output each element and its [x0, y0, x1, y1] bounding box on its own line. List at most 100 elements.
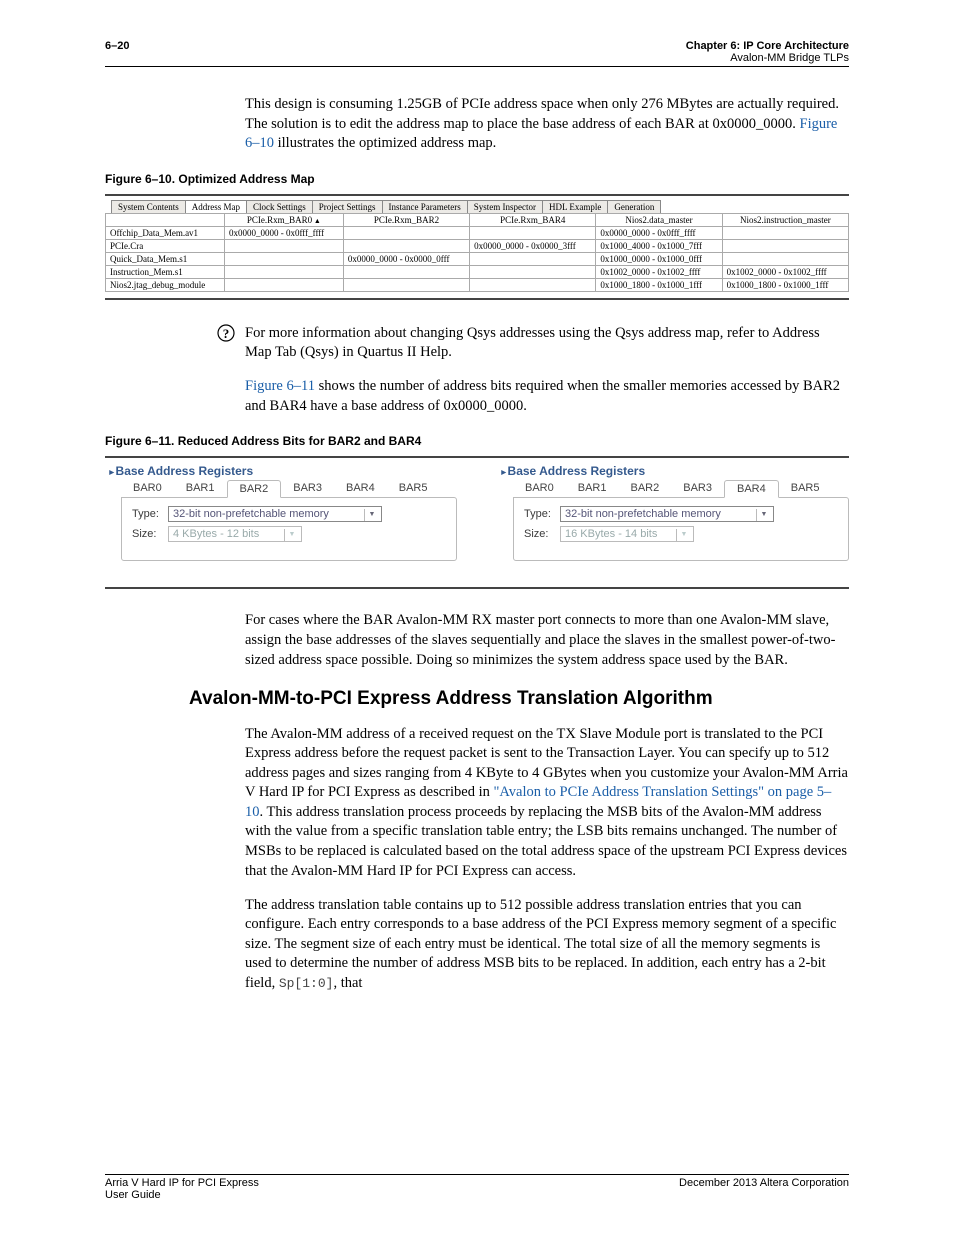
qsys-tab[interactable]: System Contents: [111, 200, 186, 213]
addr-map-cell[interactable]: [722, 226, 848, 239]
bar-tab[interactable]: BAR2: [619, 480, 672, 498]
footer-date-corp: December 2013 Altera Corporation: [679, 1177, 849, 1201]
size-combo[interactable]: 16 KBytes - 14 bits▼: [560, 526, 694, 542]
qsys-tabs: System ContentsAddress MapClock Settings…: [111, 200, 849, 213]
addr-map-column-header[interactable]: [106, 213, 225, 226]
addr-map-cell[interactable]: 0x0000_0000 - 0x0000_3fff: [470, 239, 596, 252]
bar-tab[interactable]: BAR5: [387, 480, 440, 498]
bar-tab[interactable]: BAR0: [513, 480, 566, 498]
intro-text: This design is consuming 1.25GB of PCIe …: [245, 96, 839, 132]
bar-tab[interactable]: BAR1: [174, 480, 227, 498]
addr-map-row-label: Offchip_Data_Mem.av1: [106, 226, 225, 239]
section-heading: Avalon-MM-to-PCI Express Address Transla…: [189, 688, 849, 710]
svg-text:?: ?: [223, 326, 230, 341]
size-label: Size:: [132, 528, 168, 540]
addr-map-row: PCIe.Cra 0x0000_0000 - 0x0000_3fff0x1000_…: [106, 239, 849, 252]
addr-map-cell[interactable]: [470, 278, 596, 291]
bar-tab[interactable]: BAR5: [779, 480, 832, 498]
addr-map-cell[interactable]: [224, 252, 343, 265]
info-icon: ?: [217, 324, 235, 342]
qsys-tab[interactable]: Project Settings: [312, 200, 383, 213]
chevron-down-icon: ▼: [364, 509, 379, 521]
addr-map-row: Quick_Data_Mem.s1 0x0000_0000 - 0x0000_0f…: [106, 252, 849, 265]
intro-text-post: illustrates the optimized address map.: [274, 135, 496, 151]
addr-map-cell[interactable]: 0x1000_4000 - 0x1000_7fff: [596, 239, 722, 252]
addr-map-cell[interactable]: [343, 265, 469, 278]
optimized-address-map-figure: System ContentsAddress MapClock Settings…: [105, 194, 849, 300]
bar-tabs-right: BAR0BAR1BAR2BAR3BAR4BAR5: [513, 480, 849, 498]
bar-tab[interactable]: BAR3: [671, 480, 724, 498]
type-combo[interactable]: 32-bit non-prefetchable memory▼: [560, 506, 774, 522]
addr-map-cell[interactable]: [343, 239, 469, 252]
addr-map-cell[interactable]: 0x1002_0000 - 0x1002_ffff: [722, 265, 848, 278]
type-label: Type:: [132, 508, 168, 520]
bar-panels-figure: Base Address Registers BAR0BAR1BAR2BAR3B…: [105, 456, 849, 589]
addr-map-column-header[interactable]: PCIe.Rxm_BAR0: [224, 213, 343, 226]
addr-map-cell[interactable]: [722, 239, 848, 252]
addr-map-column-header[interactable]: PCIe.Rxm_BAR4: [470, 213, 596, 226]
footer-doc-title: Arria V Hard IP for PCI Express: [105, 1177, 259, 1189]
addr-map-cell[interactable]: [470, 252, 596, 265]
addr-map-row: Instruction_Mem.s1 0x1002_0000 - 0x1002_f…: [106, 265, 849, 278]
qsys-tab[interactable]: Address Map: [185, 200, 247, 213]
addr-map-cell[interactable]: [224, 265, 343, 278]
addr-map-column-header[interactable]: Nios2.data_master: [596, 213, 722, 226]
bar-panel-right: Base Address Registers BAR0BAR1BAR2BAR3B…: [497, 464, 849, 561]
addr-map-cell[interactable]: 0x1000_1800 - 0x1000_1fff: [596, 278, 722, 291]
addr-map-column-header[interactable]: Nios2.instruction_master: [722, 213, 848, 226]
addr-map-cell[interactable]: [722, 252, 848, 265]
addr-map-cell[interactable]: 0x1000_0000 - 0x1000_0fff: [596, 252, 722, 265]
addr-map-column-header[interactable]: PCIe.Rxm_BAR2: [343, 213, 469, 226]
addr-map-cell[interactable]: 0x0000_0000 - 0x0fff_ffff: [596, 226, 722, 239]
type-combo[interactable]: 32-bit non-prefetchable memory▼: [168, 506, 382, 522]
bar-tab[interactable]: BAR3: [281, 480, 334, 498]
addr-map-cell[interactable]: 0x0000_0000 - 0x0000_0fff: [343, 252, 469, 265]
addr-map-row-label: Quick_Data_Mem.s1: [106, 252, 225, 265]
addr-map-cell[interactable]: [224, 239, 343, 252]
addr-map-cell[interactable]: [343, 226, 469, 239]
addr-map-cell[interactable]: 0x0000_0000 - 0x0fff_ffff: [224, 226, 343, 239]
figure-6-11-caption: Figure 6–11. Reduced Address Bits for BA…: [105, 434, 849, 448]
footer-doc-subtitle: User Guide: [105, 1189, 259, 1201]
bar-tab[interactable]: BAR2: [227, 480, 282, 498]
addr-map-cell[interactable]: 0x1000_1800 - 0x1000_1fff: [722, 278, 848, 291]
figure-6-11-link[interactable]: Figure 6–11: [245, 378, 315, 394]
addr-map-cell[interactable]: [470, 226, 596, 239]
qsys-tab[interactable]: HDL Example: [542, 200, 608, 213]
bar-tab[interactable]: BAR4: [724, 480, 779, 498]
chevron-down-icon: ▼: [676, 529, 691, 541]
qsys-tab[interactable]: Clock Settings: [246, 200, 313, 213]
figure-6-11-intro: Figure 6–11 shows the number of address …: [245, 377, 849, 416]
page-number: 6–20: [105, 40, 129, 64]
page-footer: Arria V Hard IP for PCI Express User Gui…: [105, 1174, 849, 1201]
figure-6-10-caption: Figure 6–10. Optimized Address Map: [105, 172, 849, 186]
info-text: For more information about changing Qsys…: [245, 324, 849, 363]
bar-panel-title: Base Address Registers: [497, 464, 849, 480]
page-header: 6–20 Chapter 6: IP Core Architecture Ava…: [105, 40, 849, 67]
bar-tab[interactable]: BAR4: [334, 480, 387, 498]
size-combo[interactable]: 4 KBytes - 12 bits▼: [168, 526, 302, 542]
addr-map-cell[interactable]: [343, 278, 469, 291]
qsys-tab[interactable]: Generation: [607, 200, 661, 213]
type-label: Type:: [524, 508, 560, 520]
addr-map-cell[interactable]: 0x1002_0000 - 0x1002_ffff: [596, 265, 722, 278]
bar-panel-left: Base Address Registers BAR0BAR1BAR2BAR3B…: [105, 464, 457, 561]
header-section: Avalon-MM Bridge TLPs: [686, 52, 849, 64]
para-translation-1: The Avalon-MM address of a received requ…: [245, 725, 849, 882]
address-map-table: PCIe.Rxm_BAR0PCIe.Rxm_BAR2PCIe.Rxm_BAR4N…: [105, 213, 849, 292]
bar-tabs-left: BAR0BAR1BAR2BAR3BAR4BAR5: [121, 480, 457, 498]
addr-map-cell[interactable]: [470, 265, 596, 278]
bar-tab[interactable]: BAR1: [566, 480, 619, 498]
header-chapter: Chapter 6: IP Core Architecture: [686, 40, 849, 52]
bar-panel-title: Base Address Registers: [105, 464, 457, 480]
addr-map-row-label: Instruction_Mem.s1: [106, 265, 225, 278]
addr-map-row-label: Nios2.jtag_debug_module: [106, 278, 225, 291]
chevron-down-icon: ▼: [756, 509, 771, 521]
addr-map-row: Offchip_Data_Mem.av10x0000_0000 - 0x0fff…: [106, 226, 849, 239]
qsys-tab[interactable]: System Inspector: [467, 200, 543, 213]
bar-tab[interactable]: BAR0: [121, 480, 174, 498]
addr-map-cell[interactable]: [224, 278, 343, 291]
qsys-tab[interactable]: Instance Parameters: [382, 200, 468, 213]
chevron-down-icon: ▼: [284, 529, 299, 541]
addr-map-row-label: PCIe.Cra: [106, 239, 225, 252]
